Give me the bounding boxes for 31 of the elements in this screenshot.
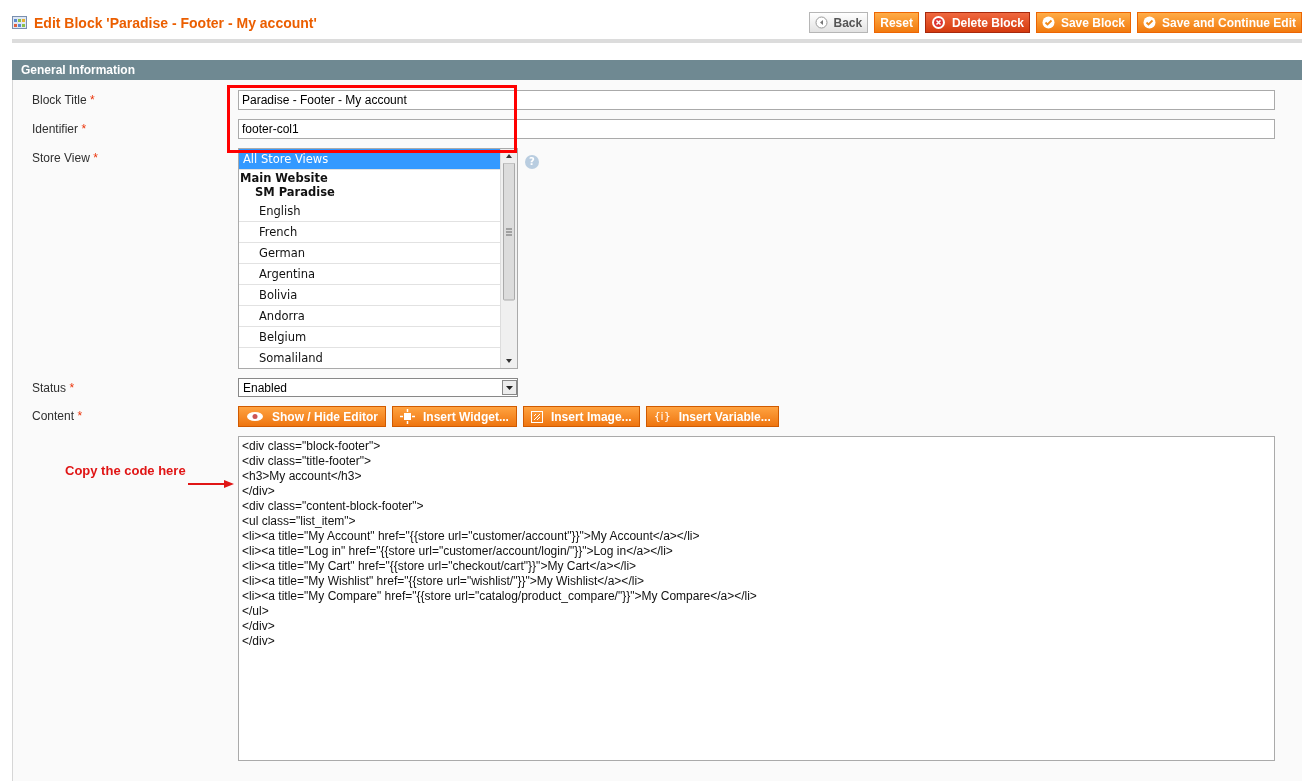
field-label: Block Title * (32, 92, 96, 107)
required-asterisk: * (90, 93, 95, 107)
close-icon (930, 15, 946, 30)
field-label: Identifier * (32, 121, 88, 136)
grid-icon (12, 16, 27, 29)
image-icon (530, 410, 543, 423)
field-label: Status * (32, 380, 76, 395)
eye-icon (246, 411, 264, 422)
checkmark-icon (1041, 16, 1055, 29)
checkmark-icon (1143, 16, 1156, 29)
input-field[interactable]: footer-col1 (238, 119, 1275, 139)
required-asterisk: * (77, 409, 83, 423)
section-header: General Information (12, 60, 1302, 80)
required-asterisk: * (69, 381, 75, 395)
input-field[interactable]: Paradise - Footer - My account (238, 90, 1275, 110)
braces-icon: {i} (653, 410, 671, 423)
code-editor-field[interactable]: <div class="block-footer"> <div class="title-footer"> <h3>My account</h3> </div> <div class="content-block-footer"> <ul class="list_item"> <li><a title="My Account" href="{{store url="customer/account"}}">My Account</a></li> <li><a title="Log in" href="{{store url="customer/account/login/"}}">Log in</a></li> <li><a title="My Cart" href="{{store url="checkout/cart"}}">My Cart</a></li> <li><a title="My Wishlist" href="{{store url="wishlist/"}}">My Wishlist</a></li> <li><a title="My Compare" href="{{store url="catalog/product_compare/"}}">My Compare</a></li> </ul> </div> </div> (238, 436, 1275, 761)
annotation-text: Copy the code here (65, 463, 186, 478)
field-label: Content * (32, 408, 84, 423)
arrow-icon (188, 479, 236, 489)
status-select[interactable]: Enabled (238, 378, 518, 397)
scrollbar[interactable] (500, 149, 517, 368)
field-label: Store View * (32, 150, 99, 165)
scroll-thumb[interactable] (503, 163, 515, 301)
action-button[interactable]: Back (808, 12, 869, 33)
required-asterisk: * (93, 151, 98, 165)
store-view-listbox[interactable]: All Store Views Main Website SM Paradise English French German Argentina Bolivia Andorra Belgium Somaliland (238, 148, 518, 369)
required-asterisk: * (81, 122, 87, 136)
crosshair-icon (400, 409, 415, 424)
action-button[interactable]: Delete Block (924, 12, 1030, 33)
page-title: Edit Block 'Paradise - Footer - My account' (34, 14, 317, 31)
